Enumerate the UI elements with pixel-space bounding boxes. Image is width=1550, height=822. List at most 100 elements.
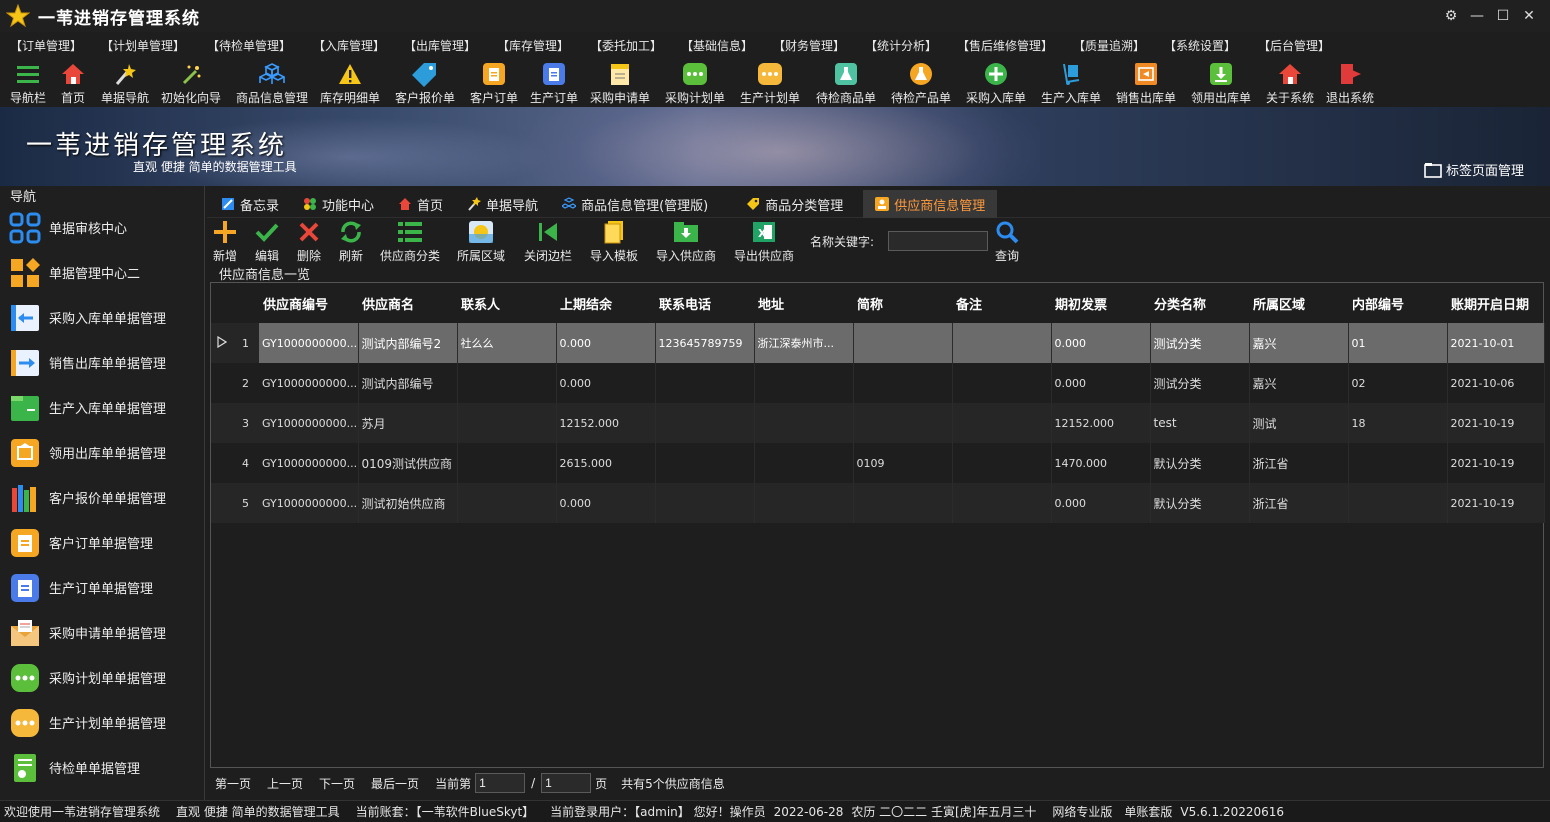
table-cell[interactable]: GY1000000000... [259, 443, 359, 483]
table-row[interactable]: 2 GY1000000000... 测试内部编号 0.000 0.000 测试分类 嘉兴 02… [211, 363, 1545, 403]
tab-home[interactable]: 首页 [386, 190, 455, 218]
menu-settings[interactable]: 【系统设置】 [1164, 37, 1236, 54]
table-cell[interactable]: 2021-10-19 [1447, 443, 1545, 483]
table-cell[interactable] [1348, 483, 1448, 523]
column-header[interactable]: 上期结余 [556, 283, 655, 323]
sidebar-item-usage-outbound[interactable]: 领用出库单单据管理 [0, 430, 204, 475]
table-cell[interactable] [457, 403, 557, 443]
table-cell[interactable]: 0109测试供应商 [358, 443, 458, 483]
table-cell[interactable]: test [1150, 403, 1250, 443]
supplier-category-button[interactable]: 供应商分类 [379, 220, 441, 264]
menu-order[interactable]: 【订单管理】 [10, 37, 82, 54]
column-header[interactable]: 备注 [952, 283, 1051, 323]
table-cell[interactable] [457, 363, 557, 403]
table-cell[interactable]: 测试内部编号 [358, 363, 458, 403]
table-cell[interactable] [952, 443, 1052, 483]
table-cell[interactable]: 02 [1348, 363, 1448, 403]
table-cell[interactable]: 1470.000 [1051, 443, 1151, 483]
table-cell[interactable]: GY1000000000... [259, 483, 359, 523]
table-cell[interactable]: 2021-10-06 [1447, 363, 1545, 403]
table-cell[interactable]: 测试分类 [1150, 363, 1250, 403]
column-header[interactable]: 联系电话 [655, 283, 754, 323]
table-cell[interactable] [754, 483, 854, 523]
table-cell[interactable]: 测试分类 [1150, 323, 1250, 363]
menu-inventory[interactable]: 【库存管理】 [497, 37, 569, 54]
tab-supplier-info[interactable]: 供应商信息管理 [863, 190, 998, 218]
menu-quality[interactable]: 【质量追溯】 [1073, 37, 1145, 54]
toolbar-quote-button[interactable]: 客户报价单 [392, 58, 458, 106]
edit-button[interactable]: 编辑 [253, 220, 281, 264]
column-header[interactable]: 联系人 [457, 283, 556, 323]
close-icon[interactable]: ✕ [1516, 4, 1542, 28]
import-supplier-button[interactable]: 导入供应商 [654, 220, 718, 264]
table-cell[interactable] [655, 483, 755, 523]
tab-product-category[interactable]: 商品分类管理 [720, 190, 855, 218]
table-cell[interactable] [952, 483, 1052, 523]
toolbar-product-info-button[interactable]: 商品信息管理 [234, 58, 310, 106]
table-cell[interactable]: 测试内部编号2 [358, 323, 458, 363]
table-cell[interactable] [754, 443, 854, 483]
table-cell[interactable]: 默认分类 [1150, 443, 1250, 483]
table-cell[interactable] [655, 403, 755, 443]
table-cell[interactable]: 嘉兴 [1249, 323, 1349, 363]
sidebar-item-doc-center-2[interactable]: 单据管理中心二 [0, 250, 204, 295]
tab-function-center[interactable]: 功能中心 [291, 190, 386, 218]
toolbar-about-button[interactable]: 关于系统 [1264, 58, 1316, 106]
table-cell[interactable]: 0.000 [556, 363, 656, 403]
table-cell[interactable]: 浙江深泰州市... [754, 323, 854, 363]
toolbar-nav-button[interactable]: 导航栏 [6, 58, 50, 106]
table-cell[interactable]: GY1000000000... [259, 323, 359, 363]
table-cell[interactable]: 0.000 [556, 483, 656, 523]
table-cell[interactable] [457, 443, 557, 483]
sidebar-item-production-plan[interactable]: 生产计划单单据管理 [0, 700, 204, 745]
export-supplier-button[interactable]: X 导出供应商 [732, 220, 796, 264]
region-button[interactable]: 所属区域 [455, 220, 507, 264]
toolbar-stock-detail-button[interactable]: 库存明细单 [318, 58, 382, 106]
table-cell[interactable]: 01 [1348, 323, 1448, 363]
menu-finance[interactable]: 【财务管理】 [773, 37, 845, 54]
sidebar-item-purchase-plan[interactable]: 采购计划单单据管理 [0, 655, 204, 700]
table-cell[interactable]: 嘉兴 [1249, 363, 1349, 403]
column-header[interactable]: 简称 [853, 283, 952, 323]
table-cell[interactable]: 18 [1348, 403, 1448, 443]
table-cell[interactable]: GY1000000000... [259, 403, 359, 443]
table-cell[interactable]: 测试初始供应商 [358, 483, 458, 523]
table-row[interactable]: 3 GY1000000000... 苏月 12152.000 12152.000 test… [211, 403, 1545, 443]
add-button[interactable]: 新增 [211, 220, 239, 264]
toolbar-production-plan-button[interactable]: 生产计划单 [737, 58, 803, 106]
sidebar-item-sales-outbound[interactable]: 销售出库单单据管理 [0, 340, 204, 385]
table-cell[interactable]: 0109 [853, 443, 953, 483]
search-button[interactable]: 查询 [992, 220, 1022, 264]
table-cell[interactable]: 2021-10-19 [1447, 403, 1545, 443]
table-cell[interactable] [853, 323, 953, 363]
maximize-icon[interactable]: ☐ [1490, 4, 1516, 28]
toolbar-sales-outbound-button[interactable]: 销售出库单 [1113, 58, 1179, 106]
toolbar-production-inbound-button[interactable]: 生产入库单 [1038, 58, 1104, 106]
table-cell[interactable]: 测试 [1249, 403, 1349, 443]
collapse-sidebar-button[interactable]: 关闭边栏 [522, 220, 574, 264]
table-cell[interactable]: 浙江省 [1249, 443, 1349, 483]
menu-plan[interactable]: 【计划单管理】 [101, 37, 185, 54]
import-template-button[interactable]: 导入模板 [588, 220, 640, 264]
table-cell[interactable]: 2021-10-19 [1447, 483, 1545, 523]
table-row[interactable]: 5 GY1000000000... 测试初始供应商 0.000 0.000 默认分类 浙江省… [211, 483, 1545, 523]
table-row[interactable]: 1 GY1000000000... 测试内部编号2 社么么 0.000 123645789… [211, 323, 1545, 363]
table-cell[interactable] [853, 403, 953, 443]
sidebar-item-inspection[interactable]: 待检单单据管理 [0, 745, 204, 790]
column-header[interactable]: 地址 [754, 283, 853, 323]
table-cell[interactable]: 0.000 [1051, 363, 1151, 403]
table-cell[interactable] [457, 483, 557, 523]
table-cell[interactable] [655, 443, 755, 483]
column-header[interactable]: 所属区域 [1249, 283, 1348, 323]
sidebar-item-production-order[interactable]: 生产订单单据管理 [0, 565, 204, 610]
sidebar-item-audit-center[interactable]: 单据审核中心 [0, 205, 204, 250]
table-cell[interactable]: 社么么 [457, 323, 557, 363]
toolbar-init-wizard-button[interactable]: 初始化向导 [158, 58, 224, 106]
toolbar-pending-goods-button[interactable]: 待检商品单 [813, 58, 879, 106]
sidebar-item-purchase-inbound[interactable]: 采购入库单单据管理 [0, 295, 204, 340]
tab-product-info-admin[interactable]: 商品信息管理(管理版) [550, 190, 720, 218]
table-cell[interactable]: GY1000000000... [259, 363, 359, 403]
menu-inspection[interactable]: 【待检单管理】 [207, 37, 291, 54]
table-cell[interactable] [754, 403, 854, 443]
menu-outbound[interactable]: 【出库管理】 [404, 37, 476, 54]
